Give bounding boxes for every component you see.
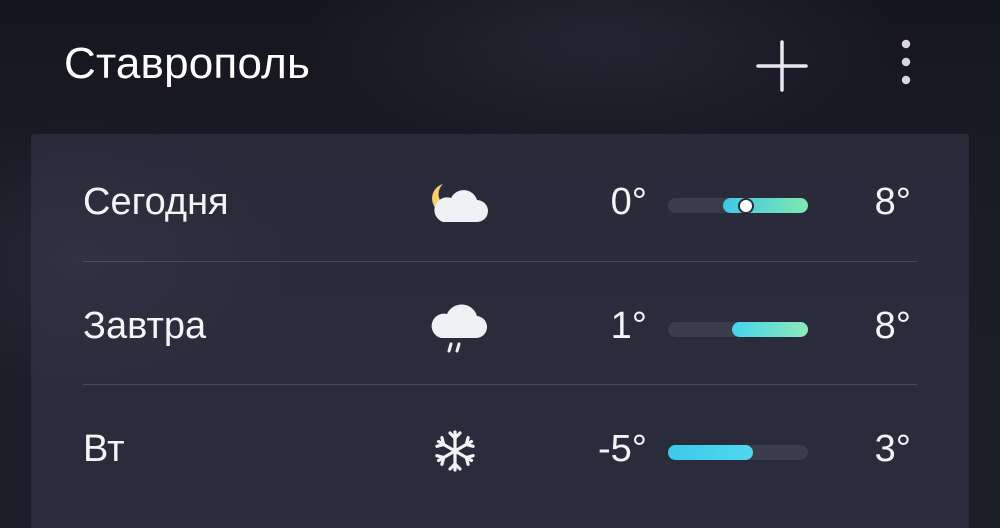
min-temperature: -5° xyxy=(598,428,647,470)
app-header: Ставрополь xyxy=(0,0,1000,130)
city-title: Ставрополь xyxy=(64,39,311,88)
day-label: Сегодня xyxy=(83,181,229,223)
max-temperature: 8° xyxy=(874,305,911,347)
more-options-button[interactable] xyxy=(886,36,926,88)
temperature-range-bar xyxy=(668,445,808,460)
current-temperature-marker xyxy=(740,199,753,212)
rain-icon xyxy=(425,298,493,358)
divider xyxy=(83,261,917,262)
plus-icon xyxy=(756,40,808,92)
forecast-row-tomorrow[interactable]: Завтра 1° 8° xyxy=(31,264,969,388)
day-label: Вт xyxy=(83,428,125,470)
day-label: Завтра xyxy=(83,305,207,347)
temperature-range-bar xyxy=(668,322,808,337)
add-city-button[interactable] xyxy=(754,38,810,94)
more-vertical-icon xyxy=(901,39,911,85)
temperature-range-fill xyxy=(722,198,808,213)
temperature-range-fill xyxy=(732,322,808,337)
forecast-row-today[interactable]: Сегодня 0° 8° xyxy=(31,140,969,264)
min-temperature: 1° xyxy=(610,305,647,347)
forecast-row-tuesday[interactable]: Вт -5° 3° xyxy=(31,387,969,511)
divider xyxy=(83,384,917,385)
max-temperature: 3° xyxy=(874,428,911,470)
max-temperature: 8° xyxy=(874,181,911,223)
temperature-range-fill xyxy=(668,445,754,460)
daily-forecast-card: Сегодня 0° 8° Завтра 1° 8° Вт -5° 3° xyxy=(31,134,969,528)
partly-cloudy-night-icon xyxy=(425,174,493,234)
snowflake-icon xyxy=(425,421,493,481)
min-temperature: 0° xyxy=(610,181,647,223)
temperature-range-bar xyxy=(668,198,808,213)
